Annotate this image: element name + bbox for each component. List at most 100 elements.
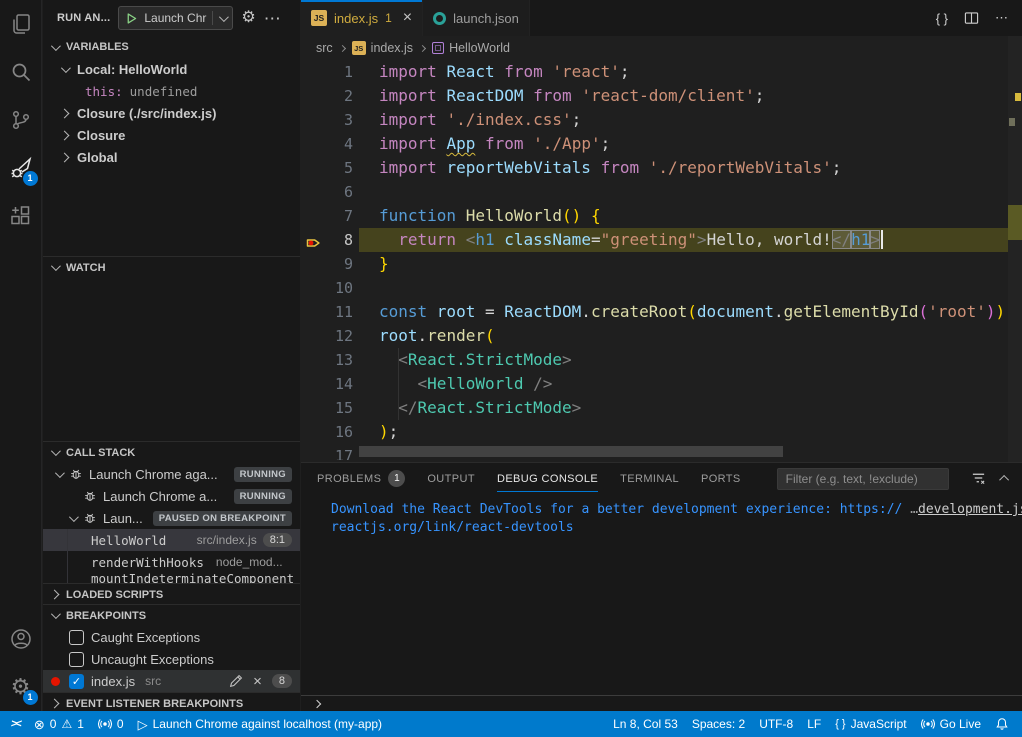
close-tab-icon[interactable]: × — [403, 9, 412, 27]
line-number: 10 — [335, 276, 353, 300]
tab-label: index.js — [334, 11, 378, 26]
variable-name: this: — [85, 84, 123, 99]
editor-more-icon[interactable]: ⋯ — [995, 10, 1008, 26]
breadcrumb-item-src[interactable]: src — [316, 41, 333, 55]
status-label: JavaScript — [851, 717, 907, 731]
indent-guide — [398, 372, 399, 396]
section-header-loaded-scripts[interactable]: LOADED SCRIPTS — [43, 583, 300, 604]
token: './reportWebVitals' — [649, 158, 832, 177]
code-text: import './index.css'; — [379, 108, 1008, 132]
token: createRoot — [591, 302, 687, 321]
section-header-watch[interactable]: WATCH — [43, 256, 300, 278]
panel-tab-debug-console[interactable]: DEBUG CONSOLE — [497, 463, 598, 494]
panel-tab-output[interactable]: OUTPUT — [427, 463, 475, 494]
breakpoint-row[interactable]: Caught Exceptions — [43, 626, 300, 648]
start-debug-icon[interactable] — [125, 12, 138, 25]
status-notifications[interactable] — [988, 711, 1016, 737]
token: </ — [832, 230, 851, 249]
bug-icon — [69, 467, 83, 481]
debug-toolbar: RUN AN... Launch Chr ⚙ ⋯ — [43, 0, 300, 36]
status-remote-indicator[interactable]: >< — [4, 711, 27, 737]
breadcrumb-item-HelloWorld[interactable]: HelloWorld — [432, 41, 510, 55]
search-icon — [9, 60, 33, 84]
call-stack-row[interactable]: Launch Chrome aga...RUNNING — [43, 463, 300, 485]
code-line-5: 5import reportWebVitals from './reportWe… — [301, 156, 1008, 180]
stack-frame-file: src/index.js — [197, 533, 257, 547]
status-language-mode[interactable]: { } JavaScript — [828, 711, 913, 737]
token: 'root' — [928, 302, 986, 321]
breakpoint-checkbox[interactable] — [69, 630, 84, 645]
line-number: 12 — [335, 324, 353, 348]
editor-tab-bar: JSindex.js1×launch.json { } ⋯ — [301, 0, 1022, 36]
filter-icon[interactable] — [971, 471, 986, 486]
split-editor-icon[interactable] — [964, 11, 979, 26]
token: document — [697, 302, 774, 321]
section-header-event-listener-breakpoints[interactable]: EVENT LISTENER BREAKPOINTS — [43, 692, 300, 711]
status-problems[interactable]: ⊗0⚠1 — [27, 711, 91, 737]
activity-search[interactable] — [0, 48, 42, 96]
token: > — [870, 230, 880, 249]
call-stack-row[interactable]: Laun...PAUSED ON BREAKPOINT — [43, 507, 300, 529]
section-header-call-stack[interactable]: CALL STACK — [43, 441, 300, 463]
variable-row[interactable]: Local: HelloWorld — [43, 58, 300, 80]
token: from — [504, 62, 552, 81]
braces-icon: { } — [835, 719, 845, 730]
breakpoint-row[interactable]: ✓index.jssrc×8 — [43, 670, 300, 692]
symbol-icon — [432, 42, 444, 54]
status-label: Go Live — [940, 717, 981, 731]
status-encoding[interactable]: UTF-8 — [752, 711, 800, 737]
code-text — [379, 276, 1008, 300]
views-more-icon[interactable]: ⋯ — [264, 10, 281, 27]
status-eol-sequence[interactable]: LF — [800, 711, 828, 737]
token: 'react-dom/client' — [581, 86, 754, 105]
launch-config-dropdown[interactable]: Launch Chr — [118, 6, 233, 30]
activity-accounts[interactable] — [0, 615, 42, 663]
activity-source-control[interactable] — [0, 96, 42, 144]
section-header-variables[interactable]: VARIABLES — [43, 36, 300, 58]
debug-console-input[interactable] — [301, 695, 1022, 711]
horizontal-scrollbar[interactable] — [359, 446, 783, 457]
overview-ruler[interactable] — [1008, 36, 1022, 462]
console-filter-input[interactable] — [777, 468, 949, 490]
variable-row[interactable]: Global — [43, 146, 300, 168]
token: React.StrictMode — [408, 350, 562, 369]
sticky-scroll-braces-icon[interactable]: { } — [936, 11, 948, 26]
status-go-live[interactable]: Go Live — [914, 711, 988, 737]
panel-tab-bar: PROBLEMS1 OUTPUT DEBUG CONSOLE TERMINAL PORT… — [301, 463, 1022, 494]
panel-tab-terminal[interactable]: TERMINAL — [620, 463, 679, 494]
breakpoint-checkbox[interactable] — [69, 652, 84, 667]
call-stack-row[interactable]: renderWithHooksnode_mod... — [43, 551, 300, 573]
tab-launch.json[interactable]: launch.json — [423, 0, 530, 36]
panel-tab-ports[interactable]: PORTS — [701, 463, 741, 494]
variable-row[interactable]: Closure (./src/index.js) — [43, 102, 300, 124]
activity-run-and-debug[interactable]: 1 — [0, 144, 42, 192]
tab-index.js[interactable]: JSindex.js1× — [301, 0, 423, 36]
edit-breakpoint-icon[interactable] — [229, 674, 243, 688]
section-header-breakpoints[interactable]: BREAKPOINTS — [43, 604, 300, 626]
breakpoint-checkbox[interactable]: ✓ — [69, 674, 84, 689]
status-forwarded-ports[interactable]: 0 — [91, 711, 131, 737]
tree-indent-guide — [67, 573, 68, 583]
status-debug-session[interactable]: ▷Launch Chrome against localhost (my-app… — [131, 711, 389, 737]
status-indentation[interactable]: Spaces: 2 — [685, 711, 752, 737]
code-line-6: 6 — [301, 180, 1008, 204]
variable-row[interactable]: Closure — [43, 124, 300, 146]
console-source-link[interactable]: development.js:29840 — [918, 502, 1022, 517]
status-cursor-position[interactable]: Ln 8, Col 53 — [606, 711, 685, 737]
code-editor[interactable]: 1import React from 'react';2import React… — [301, 60, 1008, 462]
panel-tab-problems[interactable]: PROBLEMS1 — [317, 463, 405, 494]
activity-extensions[interactable] — [0, 192, 42, 240]
maximize-panel-icon[interactable] — [1002, 475, 1009, 482]
remove-breakpoint-icon[interactable]: × — [253, 674, 262, 689]
debug-gear-icon[interactable]: ⚙ — [241, 10, 255, 26]
call-stack-row[interactable]: HelloWorldsrc/index.js8:1 — [43, 529, 300, 551]
breakpoint-row[interactable]: Uncaught Exceptions — [43, 648, 300, 670]
token: h1 — [475, 230, 504, 249]
breadcrumb-item-index.js[interactable]: JSindex.js — [352, 41, 413, 55]
activity-explorer[interactable] — [0, 0, 42, 48]
variable-row[interactable]: this:undefined — [43, 80, 300, 102]
call-stack-row[interactable]: Launch Chrome a...RUNNING — [43, 485, 300, 507]
activity-settings[interactable]: ⚙1 — [0, 663, 42, 711]
chevron-down-icon[interactable] — [219, 12, 229, 22]
call-stack-row[interactable]: mountIndeterminateComponent — [43, 573, 300, 583]
